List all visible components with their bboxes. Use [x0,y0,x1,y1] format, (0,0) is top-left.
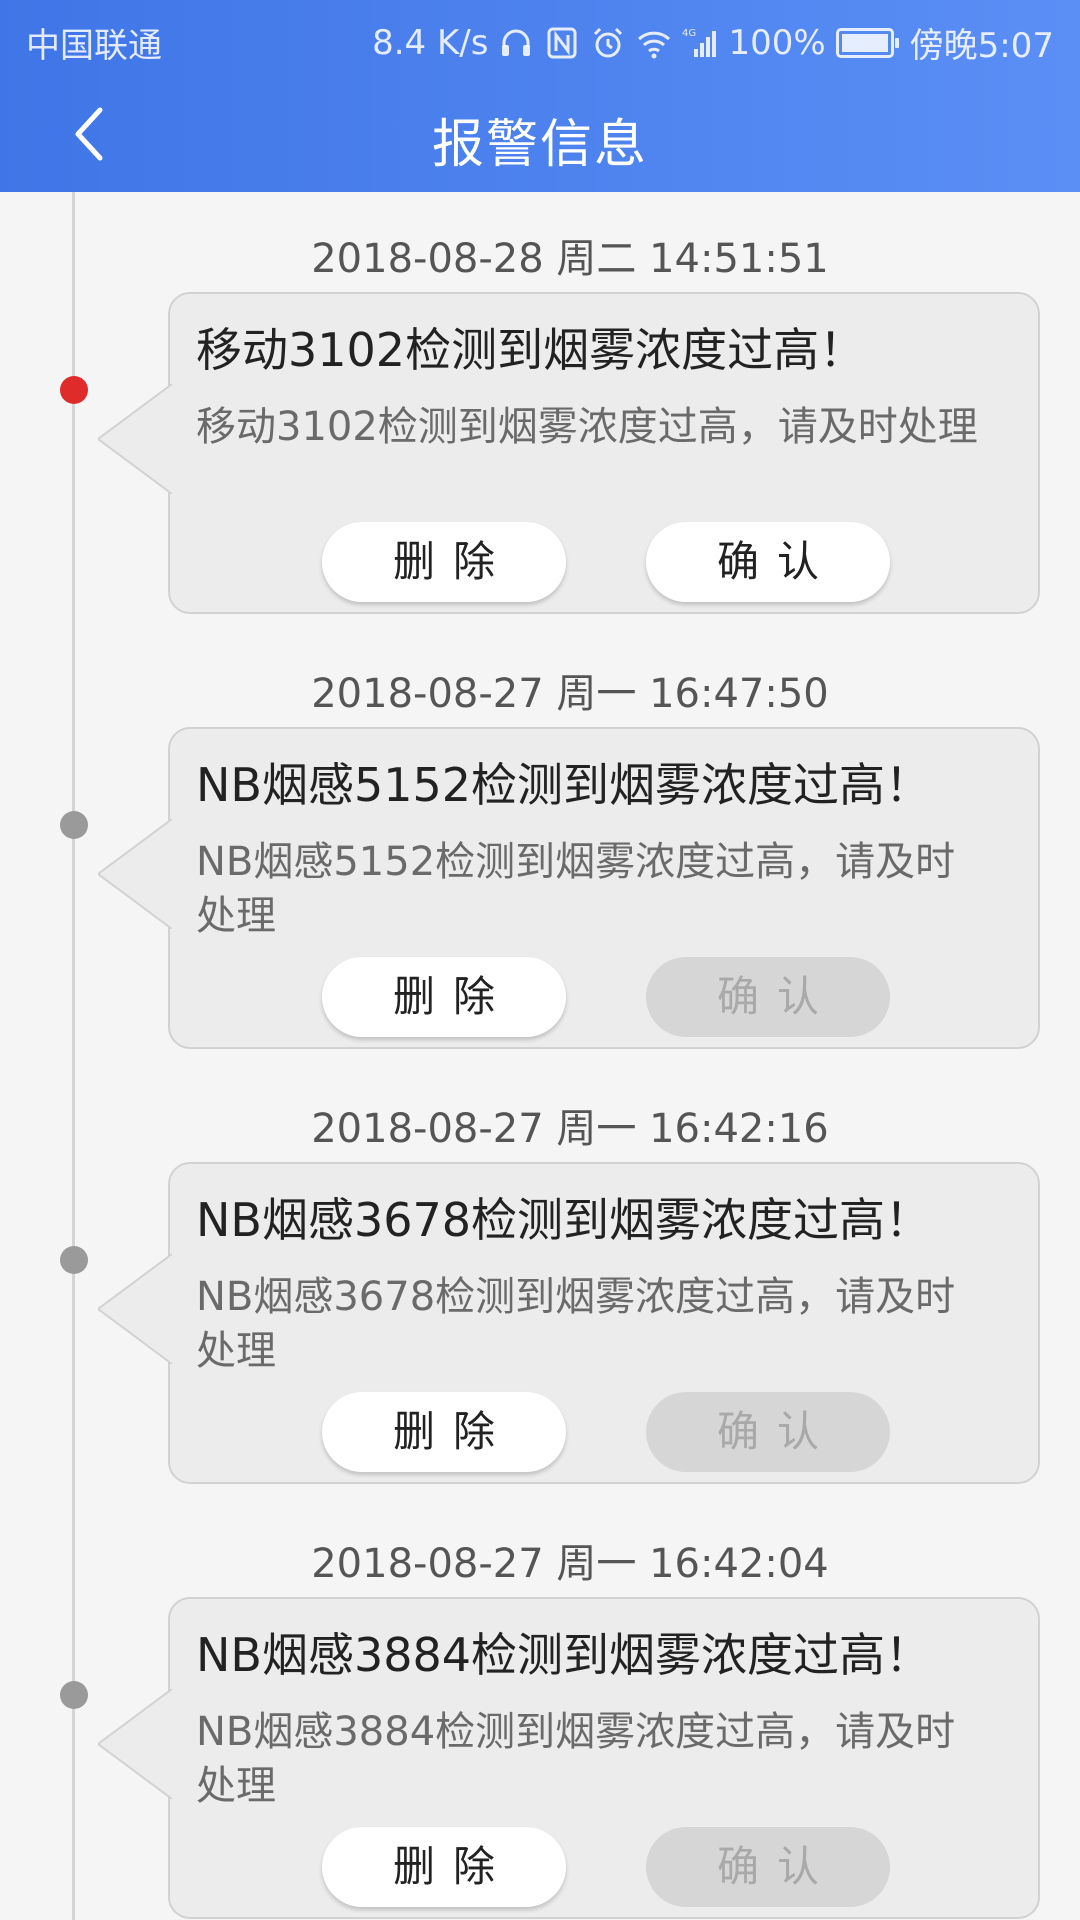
card-pointer [96,1253,174,1365]
alarm-timeline[interactable]: 2018-08-28 周二 14:51:51 移动3102检测到烟雾浓度过高！ … [0,192,1080,1920]
alarm-card: NB烟感3884检测到烟雾浓度过高！ NB烟感3884检测到烟雾浓度过高，请及时… [96,1597,1040,1919]
status-indicators: 8.4 K/s 4G 100% 傍晚5:07 [372,18,1054,67]
timeline-dot-unread [60,376,88,404]
alarm-time: 2018-08-27 周一 16:42:04 [311,1541,829,1587]
delete-button[interactable]: 删除 [322,1392,566,1472]
confirm-button[interactable]: 确认 [646,522,890,602]
app-header: 中国联通 8.4 K/s 4G 100% 傍晚5:07 报警信息 [0,0,1080,192]
alarm-description: 移动3102检测到烟雾浓度过高，请及时处理 [196,404,978,450]
timeline-dot [60,1246,88,1274]
status-bar: 中国联通 8.4 K/s 4G 100% 傍晚5:07 [0,0,1080,76]
page-title: 报警信息 [431,115,648,175]
alarm-title: NB烟感3884检测到烟雾浓度过高！ [196,1628,932,1682]
signal-icon: 4G [682,25,718,61]
nav-bar: 报警信息 [0,76,1080,192]
alarm-time: 2018-08-27 周一 16:47:50 [311,671,829,717]
carrier-name: 中国联通 [26,26,162,66]
alarm-item: 2018-08-28 周二 14:51:51 移动3102检测到烟雾浓度过高！ … [0,192,1080,627]
timeline-dot [60,811,88,839]
wifi-icon [636,25,672,61]
delete-button[interactable]: 删除 [322,1827,566,1907]
alarm-title: 移动3102检测到烟雾浓度过高！ [196,323,866,377]
alarm-description: NB烟感5152检测到烟雾浓度过高，请及时处理 [196,839,956,939]
alarm-item: 2018-08-27 周一 16:47:50 NB烟感5152检测到烟雾浓度过高… [0,627,1080,1062]
clock: 傍晚5:07 [909,26,1054,66]
alarm-card: NB烟感3678检测到烟雾浓度过高！ NB烟感3678检测到烟雾浓度过高，请及时… [96,1162,1040,1484]
alarm-icon [590,25,626,61]
alarm-time: 2018-08-28 周二 14:51:51 [311,236,829,282]
card-pointer [96,818,174,930]
alarm-description: NB烟感3678检测到烟雾浓度过高，请及时处理 [196,1274,956,1374]
battery-percent: 100% [728,22,826,63]
card-pointer [96,1688,174,1800]
delete-button[interactable]: 删除 [322,522,566,602]
network-speed: 8.4 K/s [372,22,489,63]
alarm-title: NB烟感3678检测到烟雾浓度过高！ [196,1193,932,1247]
svg-text:4G: 4G [682,28,696,39]
alarm-card: 移动3102检测到烟雾浓度过高！ 移动3102检测到烟雾浓度过高，请及时处理 删… [96,292,1040,614]
confirm-button-disabled[interactable]: 确认 [646,1392,890,1472]
alarm-title: NB烟感5152检测到烟雾浓度过高！ [196,758,932,812]
battery-icon [835,27,899,58]
headset-icon [498,25,534,61]
nfc-icon [544,25,580,61]
timeline-dot [60,1681,88,1709]
alarm-item: 2018-08-27 周一 16:42:04 NB烟感3884检测到烟雾浓度过高… [0,1497,1080,1920]
confirm-button-disabled[interactable]: 确认 [646,957,890,1037]
confirm-button-disabled[interactable]: 确认 [646,1827,890,1907]
alarm-item: 2018-08-27 周一 16:42:16 NB烟感3678检测到烟雾浓度过高… [0,1062,1080,1497]
delete-button[interactable]: 删除 [322,957,566,1037]
alarm-description: NB烟感3884检测到烟雾浓度过高，请及时处理 [196,1709,956,1809]
alarm-time: 2018-08-27 周一 16:42:16 [311,1106,829,1152]
alarm-card: NB烟感5152检测到烟雾浓度过高！ NB烟感5152检测到烟雾浓度过高，请及时… [96,727,1040,1049]
card-pointer [96,383,174,495]
